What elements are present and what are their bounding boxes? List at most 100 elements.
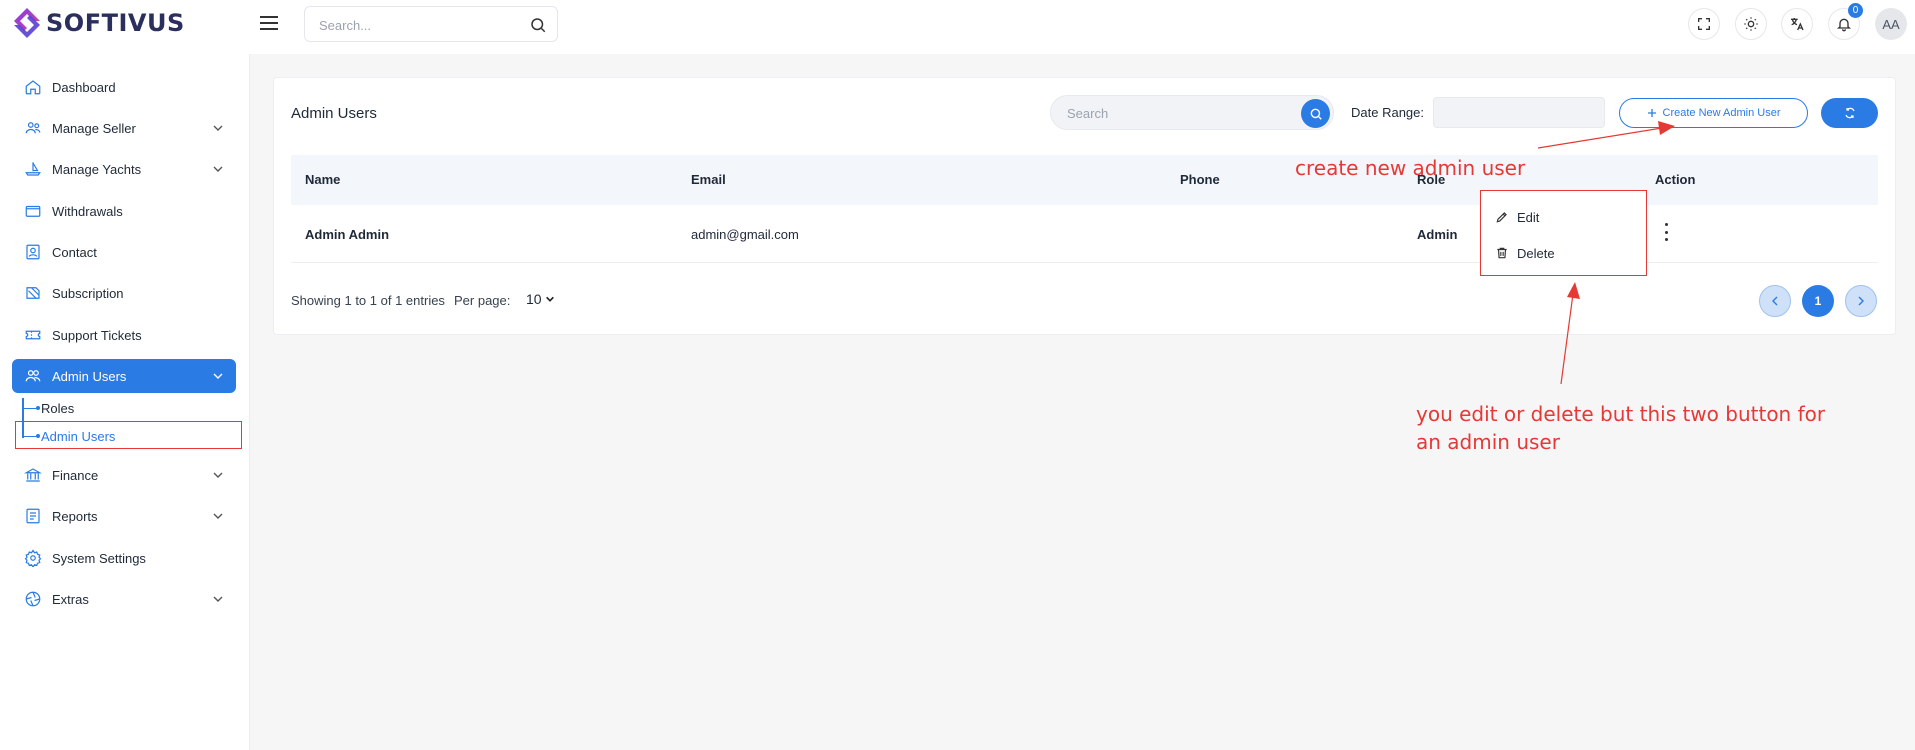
annotation-edit-note-line2: an admin user bbox=[1416, 430, 1560, 454]
sidebar-item-extras[interactable]: Extras bbox=[12, 582, 236, 616]
sidebar-item-label: Dashboard bbox=[52, 79, 116, 95]
sidebar-item-dashboard[interactable]: Dashboard bbox=[12, 70, 236, 104]
chevron-down-icon bbox=[545, 296, 554, 302]
home-icon bbox=[25, 80, 41, 95]
cell-name: Admin Admin bbox=[305, 227, 390, 242]
language-button[interactable] bbox=[1781, 8, 1813, 40]
sidebar-item-label: Contact bbox=[52, 244, 97, 260]
per-page-select[interactable]: 10 bbox=[526, 291, 555, 307]
chevron-down-icon bbox=[213, 125, 223, 131]
row-actions-menu: Edit Delete bbox=[1480, 190, 1647, 276]
sidebar-item-label: Finance bbox=[52, 467, 99, 483]
sidebar-subitem-roles[interactable]: Roles bbox=[22, 397, 74, 419]
pagination-page-button[interactable]: 1 bbox=[1802, 285, 1834, 317]
chevron-right-icon bbox=[1858, 296, 1864, 306]
create-admin-user-label: Create New Admin User bbox=[1662, 107, 1781, 119]
entries-summary: Showing 1 to 1 of 1 entries bbox=[291, 293, 445, 308]
search-icon[interactable] bbox=[529, 16, 547, 34]
fullscreen-button[interactable] bbox=[1688, 8, 1720, 40]
translate-icon bbox=[1791, 18, 1804, 31]
yacht-icon bbox=[25, 162, 41, 176]
refresh-button[interactable] bbox=[1821, 98, 1878, 128]
sidebar-item-label: Extras bbox=[52, 591, 89, 607]
sidebar-item-label: Manage Seller bbox=[52, 120, 136, 136]
bank-icon bbox=[24, 468, 42, 482]
pagination-prev-button[interactable] bbox=[1759, 285, 1791, 317]
delete-label: Delete bbox=[1517, 245, 1555, 261]
pagination-next-button[interactable] bbox=[1845, 285, 1877, 317]
per-page-value: 10 bbox=[526, 291, 542, 307]
sidebar-item-label: Admin Users bbox=[52, 368, 127, 384]
theme-toggle-button[interactable] bbox=[1735, 8, 1767, 40]
chevron-down-icon bbox=[213, 373, 223, 379]
plus-icon bbox=[1647, 109, 1656, 117]
search-icon bbox=[1310, 108, 1322, 120]
pencil-icon bbox=[1496, 212, 1507, 223]
menu-toggle-icon[interactable] bbox=[260, 12, 282, 34]
admin-users-card: Admin Users Date Range: Create New Admin… bbox=[273, 77, 1896, 335]
notification-count-badge: 0 bbox=[1848, 3, 1863, 18]
sidebar-item-label: Manage Yachts bbox=[52, 161, 142, 177]
sidebar-item-finance[interactable]: Finance bbox=[12, 458, 236, 492]
chevron-left-icon bbox=[1772, 296, 1778, 306]
top-bar: SOFTIVUS 0 AA bbox=[0, 0, 1915, 54]
gear-icon bbox=[24, 549, 42, 567]
aperture-icon bbox=[25, 591, 41, 607]
trash-icon bbox=[1497, 247, 1507, 259]
chevron-down-icon bbox=[213, 596, 223, 602]
sidebar-item-reports[interactable]: Reports bbox=[12, 499, 236, 533]
fullscreen-icon bbox=[1698, 18, 1710, 30]
chevron-down-icon bbox=[213, 472, 223, 478]
cell-email: admin@gmail.com bbox=[691, 227, 799, 242]
sidebar-item-admin-users[interactable]: Admin Users bbox=[12, 359, 236, 393]
bell-icon bbox=[1837, 18, 1851, 32]
report-icon bbox=[26, 508, 40, 524]
table-search bbox=[1050, 95, 1334, 130]
sidebar-item-label: Subscription bbox=[52, 285, 124, 301]
global-search-input[interactable] bbox=[319, 15, 519, 35]
per-page-label: Per page: bbox=[454, 293, 511, 308]
column-header[interactable]: Email bbox=[691, 172, 726, 187]
annotation-create-note: create new admin user bbox=[1295, 156, 1526, 180]
chevron-down-icon bbox=[213, 166, 223, 172]
sidebar-item-manage-yachts[interactable]: Manage Yachts bbox=[12, 152, 236, 186]
date-range-label: Date Range: bbox=[1351, 105, 1424, 120]
softivus-logo-icon bbox=[14, 8, 40, 38]
table-search-input[interactable] bbox=[1067, 104, 1287, 122]
cell-role: Admin bbox=[1417, 227, 1458, 242]
sidebar-item-label: Support Tickets bbox=[52, 327, 142, 343]
chevron-down-icon bbox=[213, 513, 223, 519]
annotation-highlight-box bbox=[15, 421, 242, 449]
row-actions-icon[interactable] bbox=[1663, 223, 1669, 241]
sidebar-item-system-settings[interactable]: System Settings bbox=[12, 541, 236, 575]
subscription-icon bbox=[26, 287, 40, 299]
sun-icon bbox=[1744, 17, 1758, 31]
sidebar-item-support-tickets[interactable]: Support Tickets bbox=[12, 318, 236, 352]
avatar[interactable]: AA bbox=[1875, 8, 1907, 40]
sidebar-item-subscription[interactable]: Subscription bbox=[12, 276, 236, 310]
contact-icon bbox=[26, 244, 40, 260]
column-header[interactable]: Name bbox=[305, 172, 340, 187]
brand-logo[interactable]: SOFTIVUS bbox=[10, 6, 185, 40]
sidebar-item-manage-seller[interactable]: Manage Seller bbox=[12, 111, 236, 145]
page-title: Admin Users bbox=[291, 105, 377, 122]
date-range-input[interactable] bbox=[1433, 97, 1605, 128]
sidebar-item-label: Withdrawals bbox=[52, 203, 123, 219]
edit-menu-item[interactable]: Edit bbox=[1495, 207, 1539, 227]
sidebar-subitem-label: Roles bbox=[41, 400, 75, 416]
sidebar-item-withdrawals[interactable]: Withdrawals bbox=[12, 194, 236, 228]
brand-name: SOFTIVUS bbox=[46, 9, 185, 37]
column-header: Action bbox=[1655, 172, 1696, 187]
global-search bbox=[304, 6, 558, 42]
ticket-icon bbox=[25, 330, 41, 340]
column-header[interactable]: Phone bbox=[1180, 172, 1220, 187]
annotation-edit-note-line1: you edit or delete but this two button f… bbox=[1416, 402, 1826, 426]
table-search-button[interactable] bbox=[1301, 99, 1330, 128]
admin-users-icon bbox=[25, 370, 41, 382]
notifications-button[interactable]: 0 bbox=[1828, 3, 1863, 40]
delete-menu-item[interactable]: Delete bbox=[1495, 243, 1555, 263]
create-admin-user-button[interactable]: Create New Admin User bbox=[1619, 98, 1808, 128]
sidebar-item-contact[interactable]: Contact bbox=[12, 235, 236, 269]
refresh-icon bbox=[1844, 107, 1855, 119]
sidebar-item-label: Reports bbox=[52, 508, 98, 524]
